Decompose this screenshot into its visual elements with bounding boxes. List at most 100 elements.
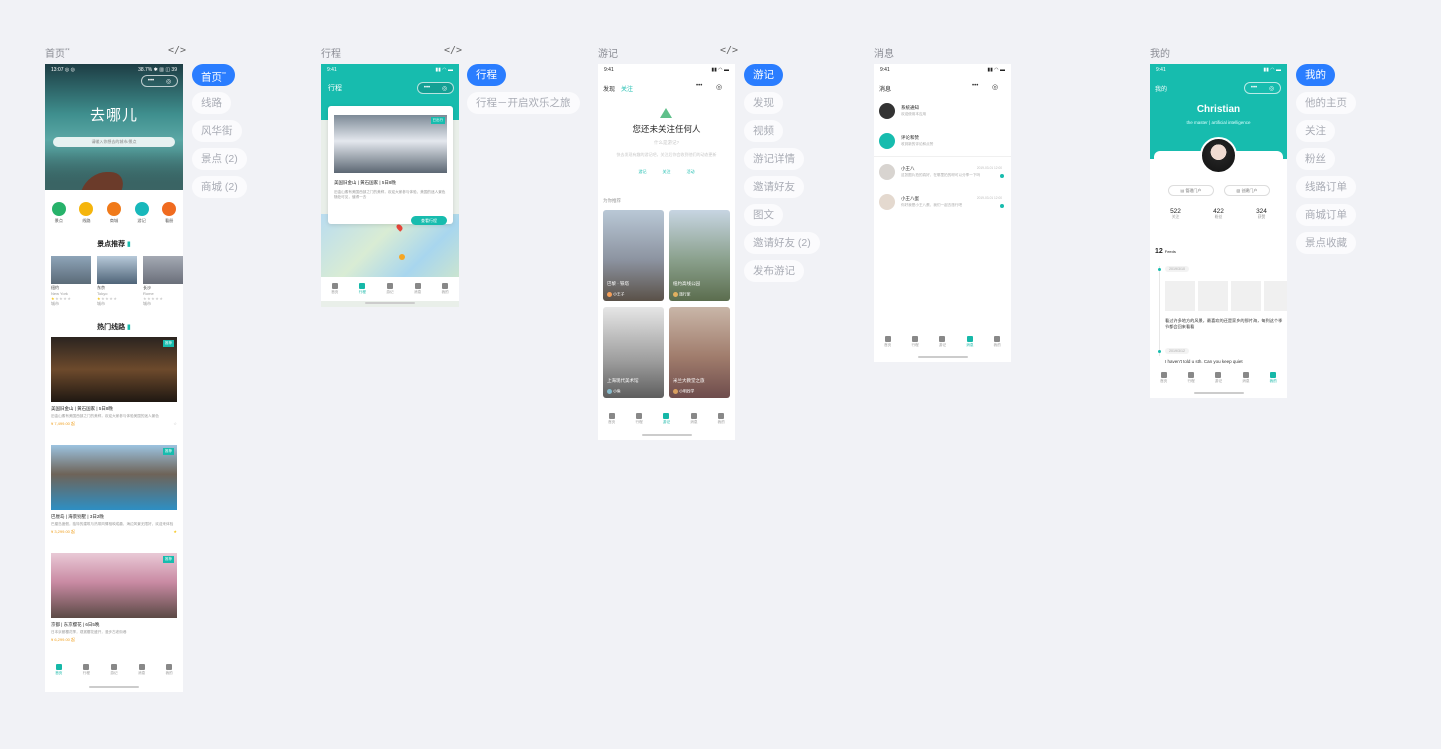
chip-mall-orders[interactable]: 商城订单 <box>1296 204 1356 226</box>
trip-icon <box>83 664 90 670</box>
tab-follow[interactable]: 关注 <box>621 84 633 93</box>
chip-route[interactable]: 线路 <box>192 92 231 114</box>
menu-icon[interactable]: ••• <box>696 83 702 89</box>
chip-notes[interactable]: 游记 <box>744 64 783 86</box>
nav-home[interactable]: 首页 <box>608 413 615 425</box>
chip-mall[interactable]: 商城 (2) <box>192 176 247 198</box>
chip-discover[interactable]: 发现 <box>744 92 783 114</box>
notes-icon <box>1215 372 1222 378</box>
nav-trip[interactable]: 行程 <box>359 283 366 295</box>
msg-item[interactable]: 小王八蛋 你好我是小王八蛋，我们一起去旅行吧 2019-03-01 12:00 <box>879 194 1006 212</box>
mini-link[interactable]: 关注 <box>663 169 671 175</box>
nav-notes[interactable]: 游记 <box>663 413 670 425</box>
chip-publish[interactable]: 发布游记 <box>744 260 804 282</box>
chip-scenic-fav[interactable]: 景点收藏 <box>1296 232 1356 254</box>
stat-follow[interactable]: 522 关注 <box>1170 208 1181 220</box>
category-notes[interactable]: 游记 <box>134 202 149 224</box>
msg-item[interactable]: 小王八 这张图片拍的真好，在哪里拍的呀可以分享一下吗 2019-03-01 12… <box>879 164 1006 182</box>
nav-trip[interactable]: 行程 <box>911 336 919 348</box>
mini-capsule[interactable]: ••• ◎ <box>417 82 454 94</box>
mini-capsule[interactable]: ••• ◎ <box>1244 82 1281 94</box>
create-button[interactable]: ▧ 创建门户 <box>1224 185 1270 196</box>
nav-me[interactable]: 我的 <box>994 336 1001 348</box>
mini-capsule[interactable]: ••• ◎ <box>141 75 178 87</box>
code-icon[interactable]: </> <box>720 45 738 56</box>
nav-trip[interactable]: 行程 <box>635 413 643 425</box>
chip-image-text[interactable]: 图文 <box>744 204 783 226</box>
note-card[interactable]: 米兰大教堂之旅 小明同学 <box>669 307 730 398</box>
code-icon[interactable]: </> <box>168 45 186 56</box>
chip-invite[interactable]: 邀请好友 <box>744 176 804 198</box>
profile-name: Christian <box>1196 104 1241 115</box>
note-card[interactable]: 上海现代美术馆 小鱼 <box>603 307 664 398</box>
stat-fans[interactable]: 422 粉丝 <box>1213 208 1224 220</box>
nav-trip[interactable]: 行程 <box>1187 372 1195 384</box>
note-card[interactable]: 巴黎 · 铁塔 小王子 <box>603 210 664 301</box>
chip-trip[interactable]: 行程 <box>467 64 506 86</box>
chip-scenic[interactable]: 景点 (2) <box>192 148 247 170</box>
nav-notes[interactable]: 游记 <box>386 283 394 295</box>
notes-icon <box>386 283 393 289</box>
phone-home: 13:07 ◎ ◎ 38.7% ✱ ▥ ◫ 39 ••• ◎ 去哪儿 请输入你想去的… <box>45 64 183 692</box>
manage-button[interactable]: ▤ 管理门户 <box>1168 185 1214 196</box>
chip-follow[interactable]: 关注 <box>1296 120 1335 142</box>
chip-fans[interactable]: 粉丝 <box>1296 148 1335 170</box>
chip-street[interactable]: 风华街 <box>192 120 242 142</box>
nav-msg[interactable]: 消息 <box>1242 372 1249 384</box>
mini-link[interactable]: 游记 <box>639 169 647 175</box>
trip-card[interactable]: 已出行 美国旧金山 | 黄石国家 | 5日8晚 旧金山素有美国西部之门的美称，欢… <box>328 106 453 225</box>
note-card[interactable]: 纽约高线公园 旅行家 <box>669 210 730 301</box>
search-input[interactable]: 请输入你想去的城市/景点 <box>53 137 175 147</box>
route-card[interactable]: 推荐 京都 | 东京樱花 | 6日5晚 日本京都樱花季，观赏樱花盛开，漫步古老街… <box>51 553 177 643</box>
chip-invite-2[interactable]: 邀请好友 (2) <box>744 232 820 254</box>
category-album[interactable]: 看册 <box>162 202 177 224</box>
nav-notes[interactable]: 游记 <box>110 664 118 676</box>
chip-note-detail[interactable]: 游记详情 <box>744 148 804 170</box>
msg-item[interactable]: 系统通知 欢迎使用本应用 <box>879 103 1006 121</box>
spot-card[interactable]: 纽约 New York ★★★★★ 城市 <box>51 256 91 307</box>
nav-msg[interactable]: 消息 <box>690 413 697 425</box>
nav-me[interactable]: 我的 <box>718 413 725 425</box>
nav-msg[interactable]: 消息 <box>138 664 145 676</box>
page-title-notes: 游记 <box>598 49 618 60</box>
nav-home[interactable]: 首页 <box>331 283 338 295</box>
tree-icon <box>660 108 672 118</box>
nav-msg[interactable]: 消息 <box>966 336 973 348</box>
chip-video[interactable]: 视频 <box>744 120 783 142</box>
target-icon[interactable]: ◎ <box>992 83 998 91</box>
phone-trip: 9:41 ▮▮ ◠ ▬ 行程 ••• ◎ 已出行 美国旧金山 | 黄石国家 | 5日… <box>321 64 459 307</box>
avatar[interactable] <box>1200 137 1237 174</box>
chip-homepage[interactable]: 他的主页 <box>1296 92 1356 114</box>
spot-card[interactable]: 东京 Tokyo ★★★★★ 城市 <box>97 256 137 307</box>
nav-msg[interactable]: 消息 <box>414 283 421 295</box>
category-mall[interactable]: 商城 <box>106 202 121 224</box>
chip-route-orders[interactable]: 线路订单 <box>1296 176 1356 198</box>
nav-me[interactable]: 我的 <box>1270 372 1277 384</box>
code-icon[interactable]: </> <box>444 45 462 56</box>
spot-card[interactable]: 长沙 Rome ★★★★★ 城市 <box>143 256 183 307</box>
stat-likes[interactable]: 324 获赞 <box>1256 208 1267 220</box>
nav-me[interactable]: 我的 <box>442 283 449 295</box>
msg-item[interactable]: 评论和赞 收到新的评论和点赞 <box>879 133 1006 151</box>
target-icon[interactable]: ◎ <box>716 83 722 91</box>
tab-discover[interactable]: 发现 <box>603 84 615 93</box>
nav-home[interactable]: 首页 <box>884 336 891 348</box>
nav-trip[interactable]: 行程 <box>83 664 90 676</box>
route-card[interactable]: 推荐 巴厘岛 | 海景别墅 | 3日2晚 巴厘岛度假，独特的建筑与热带风情相映成… <box>51 445 177 535</box>
view-trip-button[interactable]: 查看行程 <box>411 216 447 225</box>
chip-me[interactable]: 我的 <box>1296 64 1335 86</box>
mini-link[interactable]: 活动 <box>687 169 695 175</box>
nav-notes[interactable]: 游记 <box>939 336 946 348</box>
nav-notes[interactable]: 游记 <box>1215 372 1222 384</box>
chip-trip-start[interactable]: 行程－开启欢乐之旅 <box>467 92 580 114</box>
menu-icon[interactable]: ••• <box>972 83 978 89</box>
nav-home[interactable]: 首页 <box>55 664 62 676</box>
chip-home[interactable]: 首页** <box>192 64 235 86</box>
route-card[interactable]: 推荐 美国旧金山 | 黄石国家 | 5日8晚 旧金山素有美国西部之门的美称，欢迎… <box>51 337 177 427</box>
category-route[interactable]: 线路 <box>79 202 94 224</box>
category-scenic[interactable]: 景点 <box>51 202 66 224</box>
nav-home[interactable]: 首页 <box>1160 372 1167 384</box>
nav-me[interactable]: 我的 <box>166 664 173 676</box>
routes-heading: 热门线路 ▮ <box>97 324 131 331</box>
bottom-nav: 首页 行程 游记 消息 我的 <box>598 407 735 431</box>
